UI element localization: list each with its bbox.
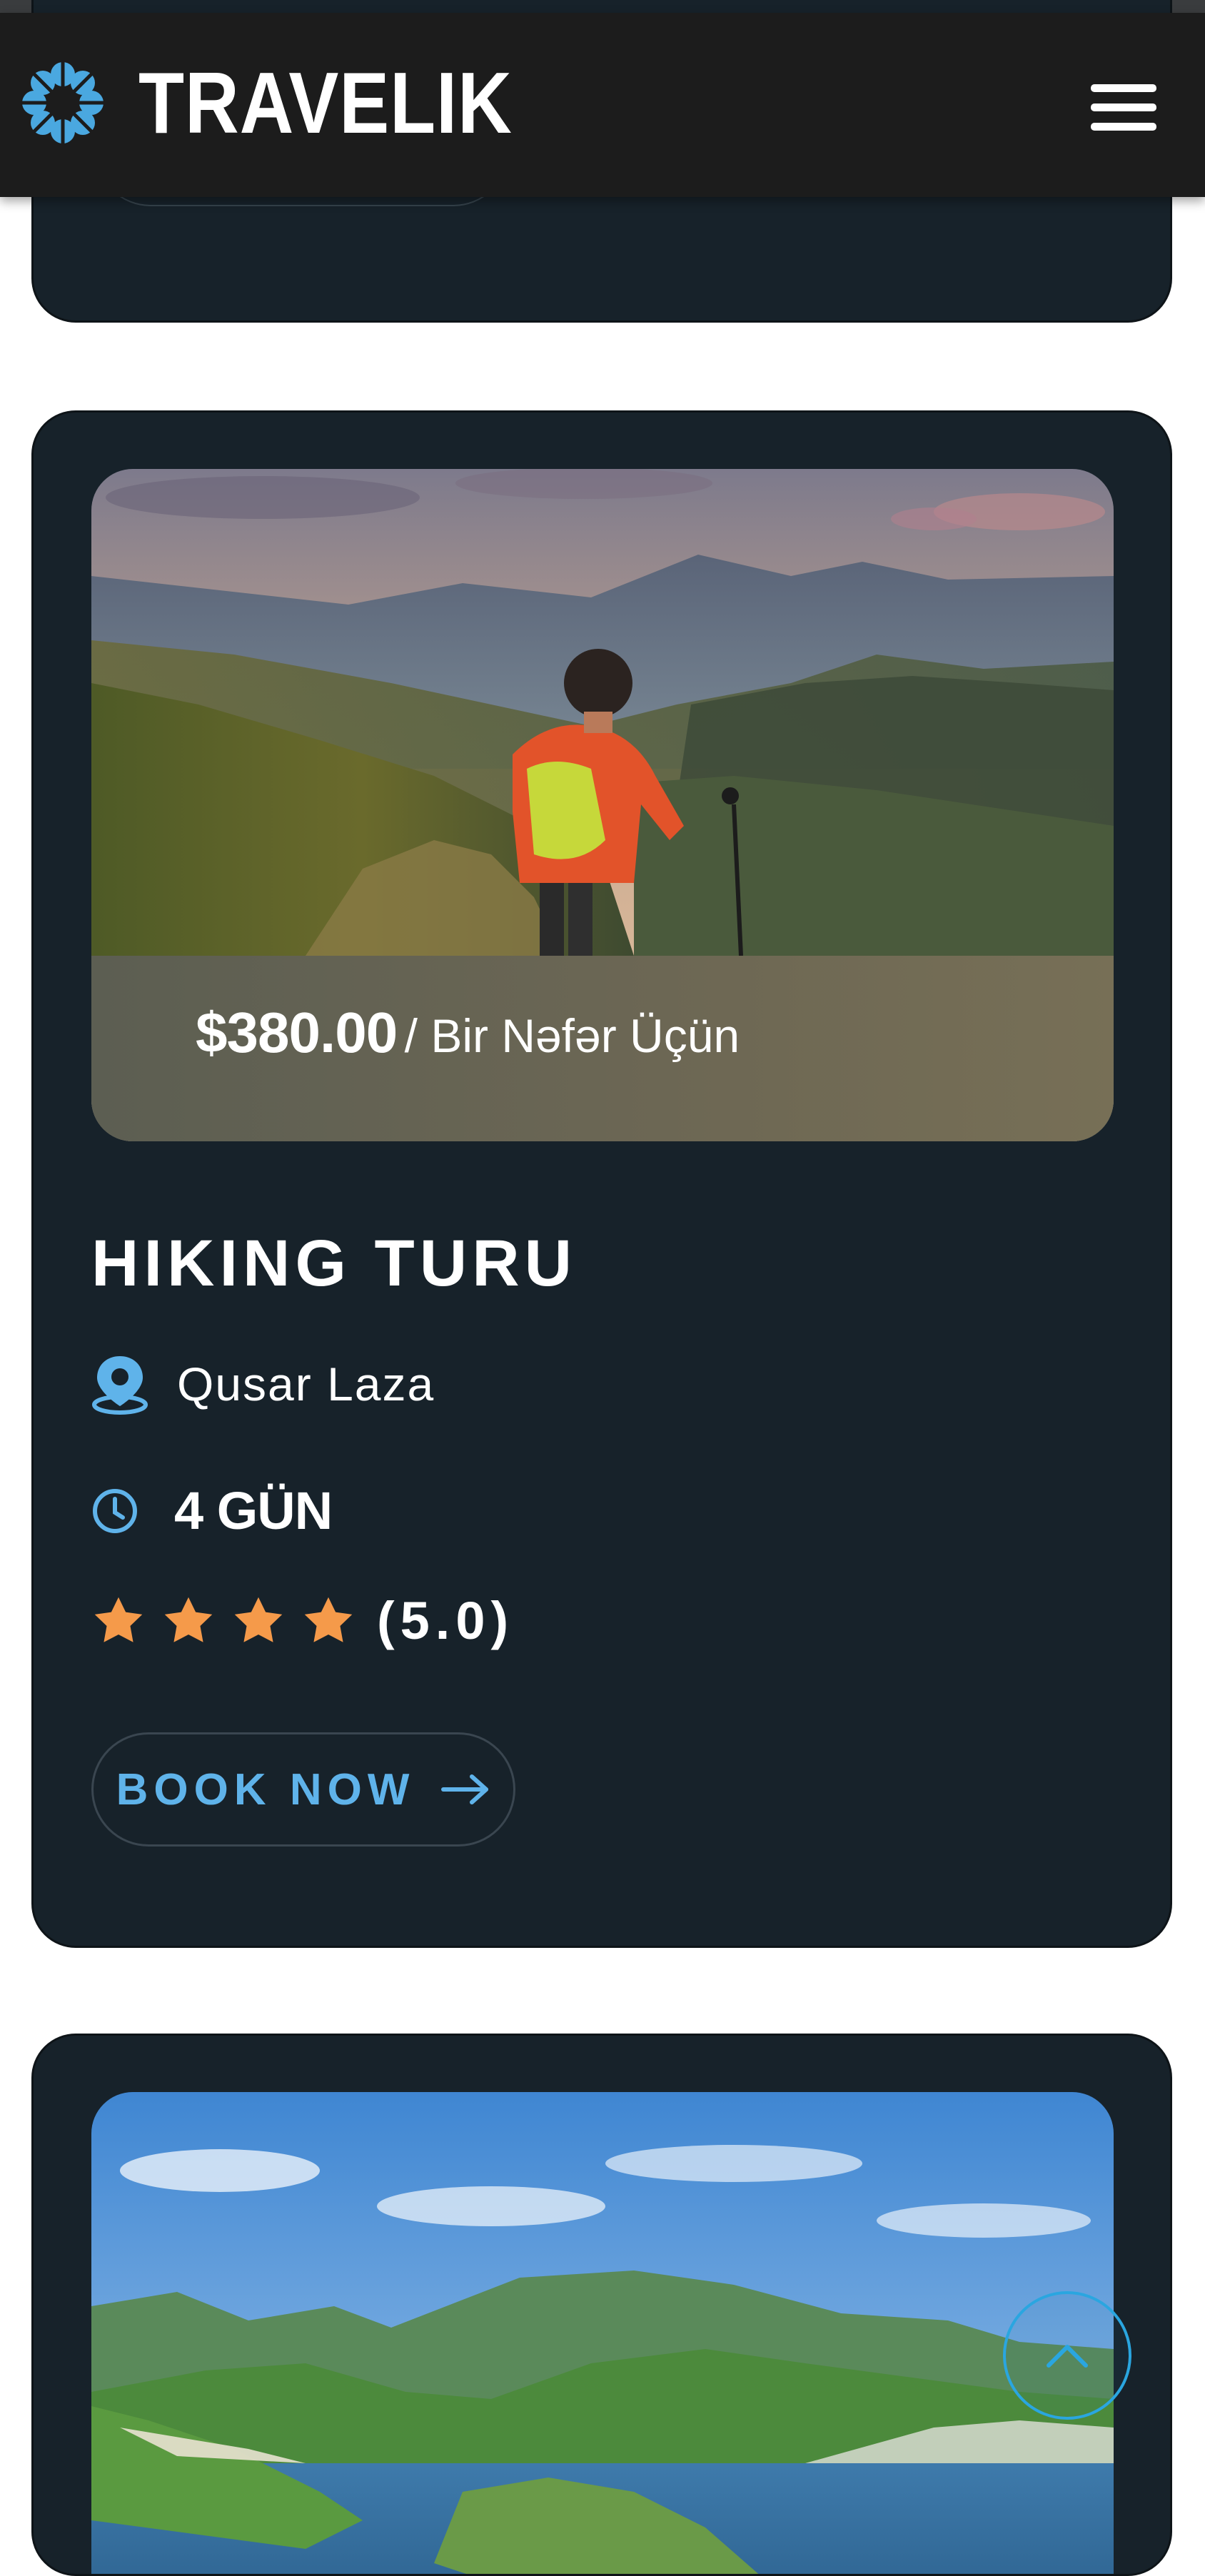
tour-image-next[interactable]: [91, 2092, 1114, 2574]
chevron-up-icon: [1047, 2345, 1088, 2368]
book-now-label: BOOK NOW: [116, 1764, 415, 1814]
price-value: $380.00: [196, 1001, 398, 1064]
hamburger-menu-icon[interactable]: [1091, 84, 1156, 131]
tour-rating: (5.0): [91, 1590, 514, 1651]
brand-name: TRAVELIK: [138, 54, 513, 151]
map-pin-icon: [92, 1356, 148, 1415]
tour-location: Qusar Laza: [91, 1353, 435, 1415]
site-header: TRAVELIK: [0, 13, 1205, 197]
tour-image[interactable]: $380.00 / Bir Nəfər Üçün: [91, 469, 1114, 1141]
tour-title[interactable]: HIKING TURU: [91, 1226, 577, 1301]
tour-duration: 4 GÜN: [91, 1480, 333, 1541]
star-icon: [164, 1597, 213, 1642]
star-icon: [94, 1597, 143, 1642]
tour-card-next: [31, 2034, 1172, 2576]
duration-text: 4 GÜN: [174, 1481, 333, 1540]
price-label: $380.00 / Bir Nəfər Üçün: [196, 1000, 740, 1066]
star-icon: [304, 1597, 353, 1642]
book-now-button[interactable]: BOOK NOW: [91, 1732, 515, 1847]
price-suffix: / Bir Nəfər Üçün: [404, 1009, 740, 1062]
island-photo: [91, 2092, 1114, 2574]
star-icon: [234, 1597, 283, 1642]
tour-card: $380.00 / Bir Nəfər Üçün HIKING TURU Qus…: [31, 410, 1172, 1948]
flower-logo-icon: [20, 60, 106, 146]
clock-icon: [93, 1488, 137, 1533]
scroll-to-top-button[interactable]: [1003, 2291, 1131, 2420]
arrow-right-icon: [441, 1774, 489, 1804]
location-text: Qusar Laza: [177, 1358, 435, 1410]
brand-logo[interactable]: TRAVELIK: [19, 53, 573, 153]
rating-value: (5.0): [377, 1591, 515, 1650]
